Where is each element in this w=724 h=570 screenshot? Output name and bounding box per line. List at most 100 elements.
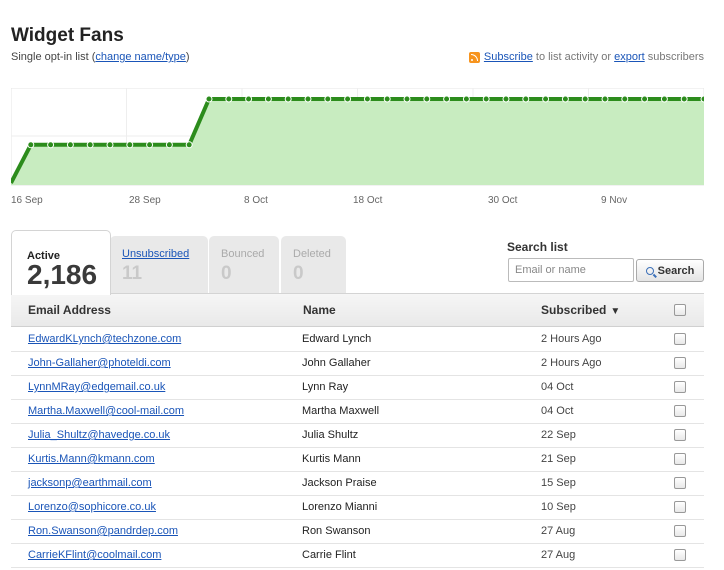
chart-point [225,95,233,103]
search-icon [645,266,654,275]
subscriber-email-link[interactable]: jacksonp@earthmail.com [28,477,152,489]
subscriber-email-link[interactable]: Ron.Swanson@pandrdep.com [28,525,178,537]
tab-label[interactable]: Unsubscribed [122,248,189,260]
chart-point [363,95,371,103]
table-row[interactable]: Julia_Shultz@havedge.co.uk Julia Shultz 22… [11,423,704,448]
tab-count: 11 [122,263,143,284]
chart-point [185,141,193,149]
chart-x-tick-label: 18 Oct [353,195,383,206]
subscribed-date: 22 Sep [541,429,576,441]
row-checkbox[interactable] [674,525,686,537]
row-checkbox[interactable] [674,357,686,369]
subscribed-date: 04 Oct [541,405,574,417]
tab-label: Bounced [221,248,265,260]
tab-count: 2,186 [27,259,98,290]
subscriber-name: Ron Swanson [302,525,371,537]
chart-point [403,95,411,103]
subscriber-email-link[interactable]: Martha.Maxwell@cool-mail.com [28,405,184,417]
chart-point [66,141,74,149]
chart-point [205,95,213,103]
chart-point [146,141,154,149]
tab-count: 0 [293,263,304,284]
tab-deleted[interactable]: Deleted 0 [281,236,346,293]
subscribed-date: 15 Sep [541,477,576,489]
chart-point [47,141,55,149]
row-checkbox[interactable] [674,405,686,417]
row-checkbox[interactable] [674,453,686,465]
change-name-type-link[interactable]: change name/type [95,51,186,63]
sort-desc-icon: ▼ [610,306,621,317]
tab-unsubscribed[interactable]: Unsubscribed 11 [110,236,208,293]
chart-point [700,95,704,103]
chart-x-tick-label: 28 Sep [129,195,161,206]
row-checkbox[interactable] [674,477,686,489]
search-button[interactable]: Search [636,259,704,282]
chart-point [542,95,550,103]
chart-x-tick-label: 9 Nov [601,195,627,206]
subscriber-email-link[interactable]: John-Gallaher@photeldi.com [28,357,171,369]
search-input[interactable] [508,258,634,282]
subscriber-name: Martha Maxwell [302,405,380,417]
table-row[interactable]: Martha.Maxwell@cool-mail.com Martha Maxwe… [11,399,704,424]
subscribed-header-label: Subscribed [541,303,607,317]
select-all-checkbox[interactable] [674,304,686,316]
row-checkbox[interactable] [674,333,686,345]
subscriber-name: Jackson Praise [302,477,377,489]
row-checkbox[interactable] [674,429,686,441]
table-row[interactable]: Ron.Swanson@pandrdep.com Ron Swanson 27 Au… [11,519,704,544]
table-row[interactable]: Kurtis.Mann@kmann.com Kurtis Mann 21 Sep [11,447,704,472]
row-checkbox[interactable] [674,549,686,561]
chart-point [86,141,94,149]
subscriber-email-link[interactable]: LynnMRay@edgemail.co.uk [28,381,165,393]
table-row[interactable]: EdwardKLynch@techzone.com Edward Lynch 2 H… [11,327,704,352]
chart-x-tick-label: 16 Sep [11,195,43,206]
chart-x-tick-label: 30 Oct [488,195,518,206]
subscriber-email-link[interactable]: Lorenzo@sophicore.co.uk [28,501,156,513]
chart-point [561,95,569,103]
chart-point [423,95,431,103]
row-checkbox[interactable] [674,501,686,513]
subscribed-date: 21 Sep [541,453,576,465]
tab-bounced[interactable]: Bounced 0 [209,236,279,293]
subscriber-email-link[interactable]: Kurtis.Mann@kmann.com [28,453,155,465]
subscriber-name: Edward Lynch [302,333,372,345]
subscriber-email-link[interactable]: CarrieKFlint@coolmail.com [28,549,161,561]
chart-point [482,95,490,103]
chart-point [106,141,114,149]
subscriber-name: Kurtis Mann [302,453,361,465]
table-row[interactable]: John-Gallaher@photeldi.com John Gallaher 2… [11,351,704,376]
email-column-header[interactable]: Email Address [28,303,111,317]
tab-active[interactable]: Active 2,186 [11,230,111,295]
subscribed-date: 2 Hours Ago [541,357,602,369]
rss-icon [468,51,480,63]
page-title: Widget Fans [11,25,124,46]
row-checkbox[interactable] [674,381,686,393]
subscriber-email-link[interactable]: Julia_Shultz@havedge.co.uk [28,429,170,441]
chart-point [522,95,530,103]
subscriber-name: Lynn Ray [302,381,349,393]
table-row[interactable]: Lorenzo@sophicore.co.uk Lorenzo Mianni 10 … [11,495,704,520]
chart-point [443,95,451,103]
subscribed-column-header[interactable]: Subscribed ▼ [541,303,620,317]
export-link[interactable]: export [614,51,645,63]
subscriber-name: Carrie Flint [302,549,356,561]
chart-point [660,95,668,103]
tab-label: Deleted [293,248,331,260]
subtitle-suffix: ) [185,51,190,63]
table-row[interactable]: LynnMRay@edgemail.co.uk Lynn Ray 04 Oct [11,375,704,400]
subscriber-name: John Gallaher [302,357,371,369]
subscriber-email-link[interactable]: EdwardKLynch@techzone.com [28,333,181,345]
name-column-header[interactable]: Name [303,303,336,317]
chart-point [165,141,173,149]
chart-point [680,95,688,103]
subscribed-date: 2 Hours Ago [541,333,602,345]
subscriber-growth-chart: 16 Sep 28 Sep 8 Oct 18 Oct 30 Oct 9 Nov [11,88,704,206]
subscribed-date: 10 Sep [541,501,576,513]
table-header: Email Address Name Subscribed ▼ [11,293,704,327]
table-row[interactable]: CarrieKFlint@coolmail.com Carrie Flint 27 … [11,543,704,568]
subscribe-link[interactable]: Subscribe [484,51,533,63]
subscribed-date: 27 Aug [541,525,576,537]
chart-point [621,95,629,103]
subscriber-name: Lorenzo Mianni [302,501,378,513]
table-row[interactable]: jacksonp@earthmail.com Jackson Praise 15 S… [11,471,704,496]
